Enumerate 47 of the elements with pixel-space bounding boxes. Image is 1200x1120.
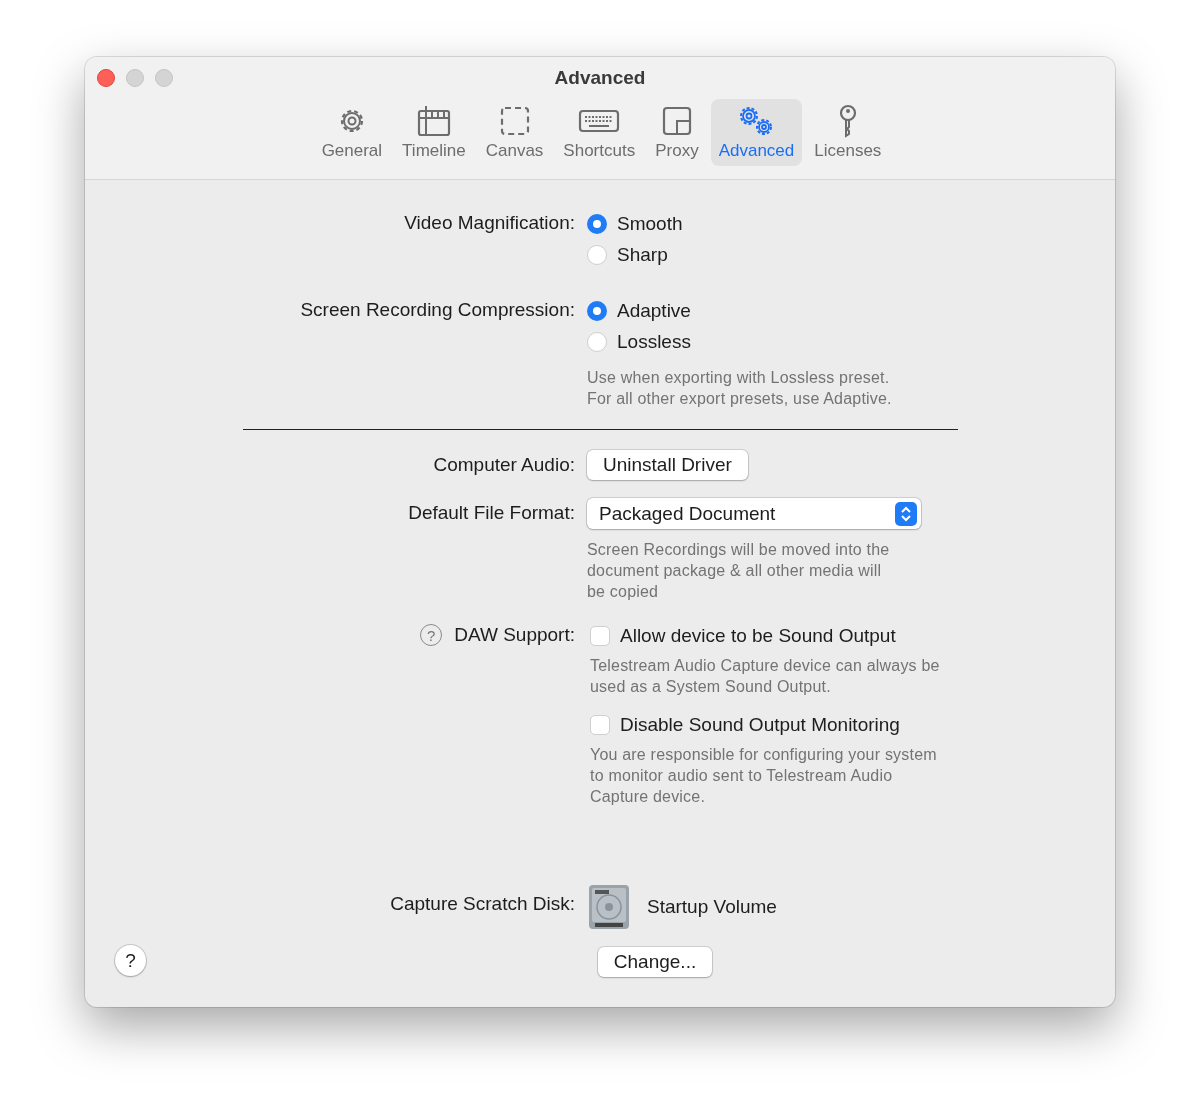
toolbar-tab[interactable]: Canvas	[477, 99, 552, 166]
radio-option[interactable]: Sharp	[587, 239, 1115, 270]
radio-button[interactable]	[587, 244, 607, 265]
setting-label: Computer Audio:	[433, 454, 575, 476]
toolbar-tab[interactable]: Advanced	[710, 99, 803, 166]
toolbar-tab[interactable]: General	[313, 99, 391, 166]
checkbox[interactable]	[590, 625, 610, 646]
setting-label: Video Magnification:	[404, 212, 575, 234]
hard-drive-icon	[587, 883, 631, 931]
toolbar-tab[interactable]: Shortcuts	[555, 99, 644, 166]
setting-label: Capture Scratch Disk:	[390, 893, 575, 915]
uninstall-driver-button[interactable]: Uninstall Driver	[587, 450, 748, 480]
setting-label: Screen Recording Compression:	[300, 299, 575, 321]
window-title: Advanced	[554, 67, 646, 89]
close-button[interactable]	[97, 69, 115, 87]
radio-option[interactable]: Lossless	[587, 326, 1115, 357]
radio-option[interactable]: Smooth	[587, 208, 1115, 239]
volume-name: Startup Volume	[647, 896, 777, 918]
radio-button[interactable]	[587, 213, 607, 234]
radio-button[interactable]	[587, 300, 607, 321]
hint-text: be copied	[587, 582, 660, 602]
hint-text: used as a System Sound Output.	[590, 677, 832, 697]
hint-text: For all other export presets, use Adaptive.	[587, 389, 893, 409]
radio-option[interactable]: Adaptive	[587, 295, 1115, 326]
hint-text: document package & all other media will	[587, 561, 883, 581]
setting-label: Default File Format:	[408, 502, 575, 524]
hint-text: Screen Recordings will be moved into the	[587, 540, 891, 560]
checkbox-option[interactable]: Allow device to be Sound Output	[587, 620, 1115, 651]
clapperboard-icon	[415, 103, 452, 139]
hint-text: Use when exporting with Lossless preset.	[587, 368, 891, 388]
zoom-button[interactable]	[155, 69, 173, 87]
checkbox-option[interactable]: Disable Sound Output Monitoring	[587, 709, 1115, 740]
help-button[interactable]: ?	[115, 945, 146, 976]
change-button[interactable]: Change...	[597, 947, 713, 977]
dropdown-chevrons-icon	[895, 501, 917, 526]
file-format-dropdown[interactable]: Packaged Document	[587, 498, 921, 529]
checkbox[interactable]	[590, 714, 610, 735]
setting-label: DAW Support:	[454, 624, 575, 646]
hint-text: You are responsible for configuring your system	[590, 745, 938, 765]
toolbar-tab[interactable]: Timeline	[394, 99, 474, 166]
hint-text: Capture device.	[590, 787, 707, 807]
radio-button[interactable]	[587, 331, 607, 352]
hint-text: to monitor audio sent to Telestream Audio	[590, 766, 894, 786]
minimize-button[interactable]	[126, 69, 144, 87]
toolbar-tab[interactable]: Proxy	[647, 99, 707, 166]
hint-text: Telestream Audio Capture device can always be	[590, 656, 941, 676]
toolbar-tab[interactable]: Licenses	[806, 99, 890, 166]
